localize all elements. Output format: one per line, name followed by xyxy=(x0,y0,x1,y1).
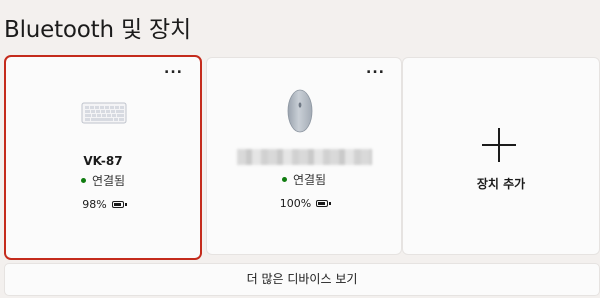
keyboard-icon xyxy=(81,102,127,124)
more-devices-button[interactable]: 더 많은 디바이스 보기 xyxy=(4,263,600,296)
status-text: 연결됨 xyxy=(91,174,126,188)
status-text: 연결됨 xyxy=(292,173,327,187)
battery-percent: 100% xyxy=(279,197,312,210)
device-card-mouse[interactable]: ... 연결됨 100% xyxy=(206,57,402,255)
connected-dot-icon xyxy=(80,178,86,183)
battery-status: 98% xyxy=(6,198,200,211)
more-options-button[interactable]: ... xyxy=(164,62,183,76)
battery-icon xyxy=(111,200,127,208)
connection-status: 연결됨 xyxy=(6,172,200,189)
page-title: Bluetooth 및 장치 xyxy=(4,17,191,43)
add-device-label: 장치 추가 xyxy=(476,177,526,191)
add-device-card[interactable]: 장치 추가 xyxy=(402,57,600,255)
device-name: VK-87 xyxy=(83,154,123,168)
mouse-icon xyxy=(287,89,313,133)
plus-icon xyxy=(482,128,516,162)
battery-icon xyxy=(316,199,332,207)
device-name-redacted xyxy=(237,149,372,165)
more-options-button[interactable]: ... xyxy=(366,62,385,76)
connection-status: 연결됨 xyxy=(207,171,401,188)
device-card-keyboard[interactable]: ... VK-87 연결됨 98% xyxy=(4,55,202,260)
battery-percent: 98% xyxy=(82,198,107,211)
battery-status: 100% xyxy=(207,197,401,210)
connected-dot-icon xyxy=(281,177,287,182)
